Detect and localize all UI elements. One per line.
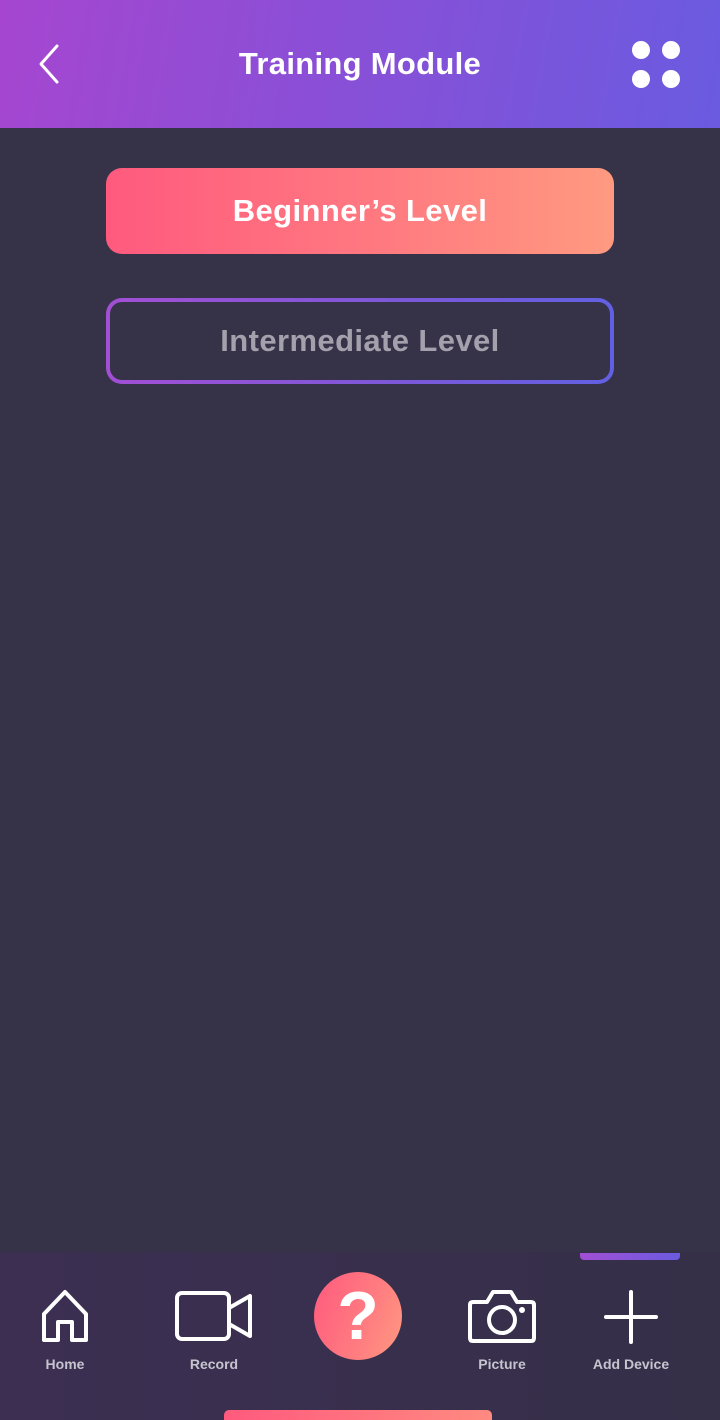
bottom-navigation: Home Record ? Picture Add Device xyxy=(0,1252,720,1420)
training-module-screen: Training Module Beginner’s Level Interme… xyxy=(0,0,720,1420)
intermediate-level-label: Intermediate Level xyxy=(110,302,610,380)
intermediate-level-button[interactable]: Intermediate Level xyxy=(106,298,614,384)
nav-item-record[interactable]: Record xyxy=(164,1252,264,1392)
nav-label-add-device: Add Device xyxy=(592,1356,670,1372)
nav-label-record: Record xyxy=(189,1356,239,1372)
chevron-left-icon xyxy=(39,44,59,84)
beginner-level-button[interactable]: Beginner’s Level xyxy=(106,168,614,254)
help-icon: ? xyxy=(337,1278,379,1354)
plus-icon xyxy=(604,1290,658,1344)
home-icon xyxy=(42,1290,88,1342)
active-tab-indicator xyxy=(580,1253,680,1260)
help-button[interactable]: ? xyxy=(314,1272,402,1360)
nav-label-home: Home xyxy=(45,1356,85,1372)
menu-button[interactable] xyxy=(624,34,688,94)
nav-item-picture[interactable]: Picture xyxy=(452,1252,552,1392)
home-indicator-bar xyxy=(224,1410,492,1420)
nav-label-picture: Picture xyxy=(478,1356,526,1372)
header-bar: Training Module xyxy=(0,0,720,128)
nav-item-home[interactable]: Home xyxy=(14,1252,116,1392)
camera-icon xyxy=(468,1290,536,1343)
page-title: Training Module xyxy=(238,46,482,81)
video-camera-icon xyxy=(175,1291,252,1341)
nav-item-add-device[interactable]: Add Device xyxy=(584,1252,678,1392)
back-button[interactable] xyxy=(22,36,78,92)
